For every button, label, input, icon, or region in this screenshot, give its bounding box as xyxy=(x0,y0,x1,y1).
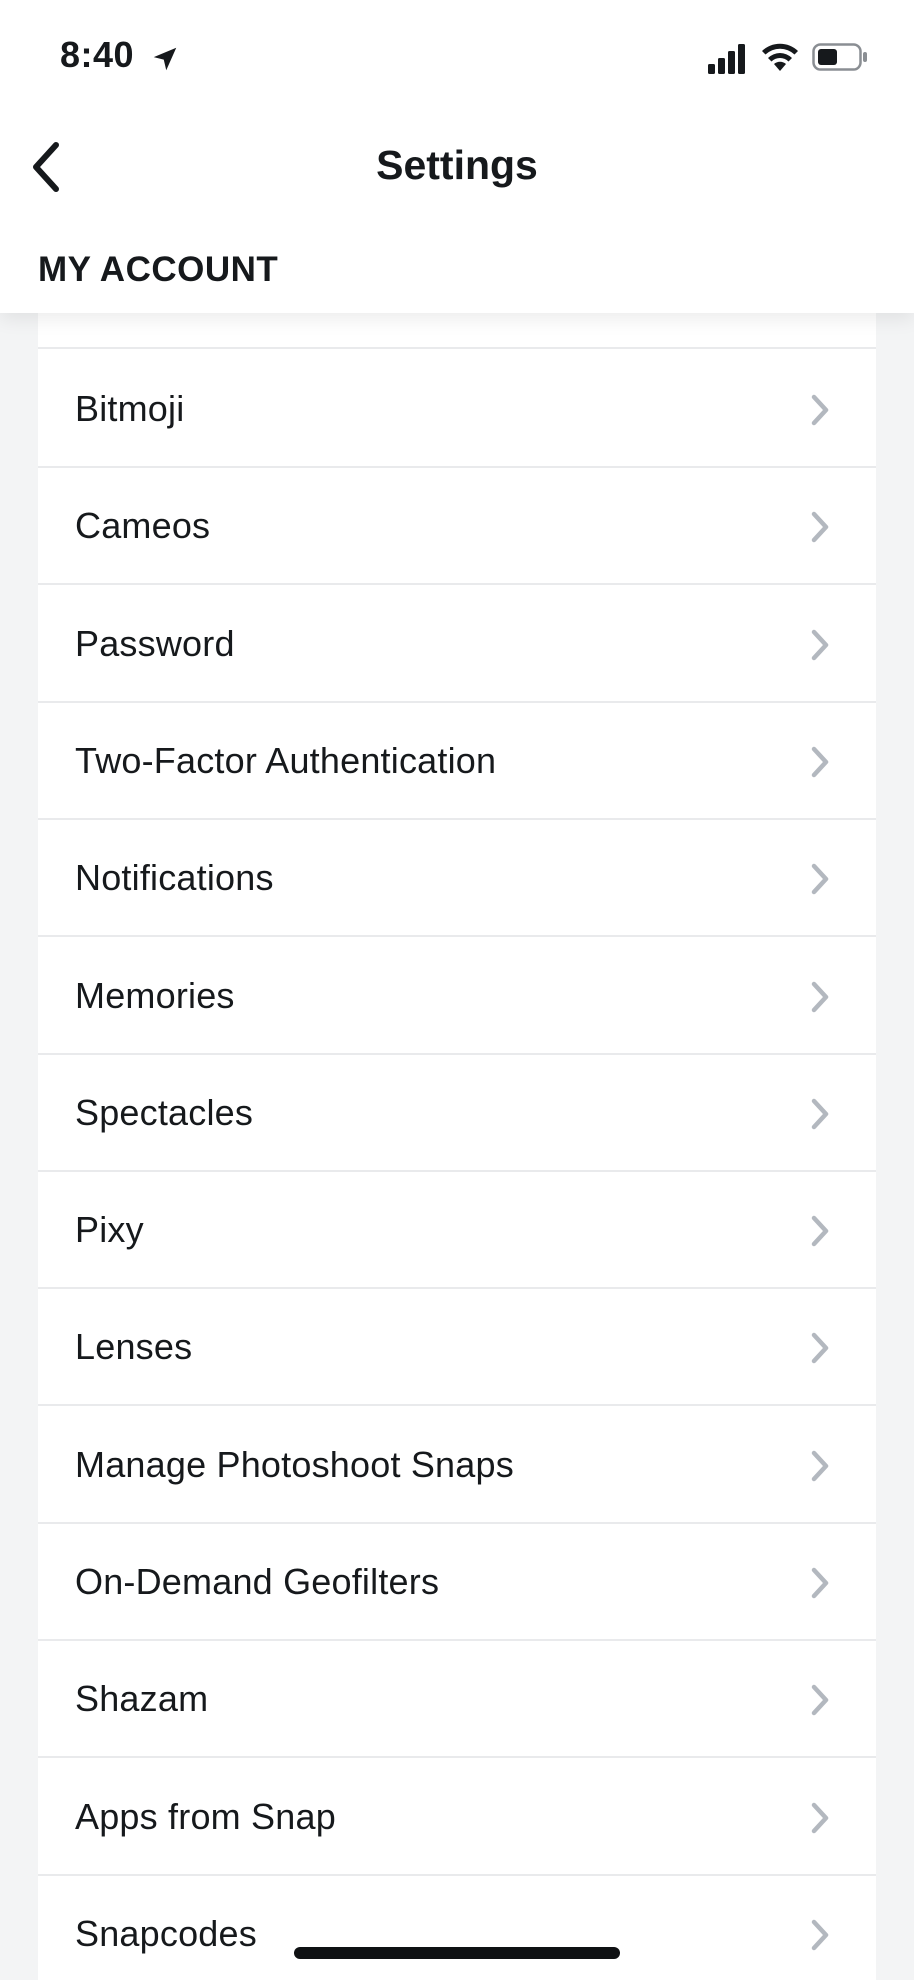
chevron-right-icon xyxy=(811,1215,829,1247)
partial-row-top xyxy=(38,313,876,349)
page-title: Settings xyxy=(376,142,538,188)
settings-list: Bitmoji Cameos Password Two-Factor Authenti… xyxy=(38,313,876,1980)
settings-item-label: On-Demand Geofilters xyxy=(75,1561,440,1602)
chevron-right-icon xyxy=(811,1919,829,1951)
chevron-right-icon xyxy=(811,1802,829,1833)
chevron-right-icon xyxy=(811,1450,829,1481)
chevron-right-icon xyxy=(811,394,829,426)
settings-item-cameos[interactable]: Cameos xyxy=(38,468,876,586)
location-arrow-icon xyxy=(153,47,177,71)
settings-item-label: Manage Photoshoot Snaps xyxy=(75,1443,514,1485)
settings-item-label: Shazam xyxy=(75,1678,209,1720)
settings-item-label: Pixy xyxy=(75,1209,144,1251)
settings-item-label: Spectacles xyxy=(75,1091,254,1133)
settings-item-shazam[interactable]: Shazam xyxy=(38,1641,876,1759)
settings-item-label: Apps from Snap xyxy=(75,1795,336,1837)
section-header-my-account: MY ACCOUNT xyxy=(38,250,279,289)
settings-item-label: Snapcodes xyxy=(75,1912,257,1954)
cellular-signal-icon xyxy=(708,44,745,74)
battery-icon xyxy=(812,43,867,71)
settings-item-label: Memories xyxy=(75,974,235,1016)
settings-item-label: Cameos xyxy=(75,505,211,547)
chevron-right-icon xyxy=(811,981,829,1012)
chevron-right-icon xyxy=(811,863,829,895)
settings-item-notifications[interactable]: Notifications xyxy=(38,820,876,938)
header: 8:40 Settings MY ACCOUNT xyxy=(0,0,914,313)
chevron-right-icon xyxy=(811,512,829,543)
settings-item-label: Two-Factor Authentication xyxy=(75,739,497,781)
settings-item-lenses[interactable]: Lenses xyxy=(38,1289,876,1407)
chevron-right-icon xyxy=(811,629,829,660)
chevron-right-icon xyxy=(811,746,829,778)
settings-item-snapcodes[interactable]: Snapcodes xyxy=(38,1876,876,1980)
settings-item-label: Notifications xyxy=(75,857,274,899)
chevron-right-icon xyxy=(811,1098,829,1130)
settings-item-bitmoji[interactable]: Bitmoji xyxy=(38,351,876,468)
settings-item-label: Lenses xyxy=(75,1326,193,1368)
settings-item-memories[interactable]: Memories xyxy=(38,938,876,1055)
settings-item-password[interactable]: Password xyxy=(38,586,876,703)
settings-item-pixy[interactable]: Pixy xyxy=(38,1172,876,1290)
status-time: 8:40 xyxy=(60,34,135,75)
settings-item-label: Bitmoji xyxy=(75,388,185,429)
settings-item-two-factor-authentication[interactable]: Two-Factor Authentication xyxy=(38,703,876,820)
settings-screen: 8:40 Settings MY ACCOUNT Bitmoji Cameos … xyxy=(0,0,914,1980)
settings-item-spectacles[interactable]: Spectacles xyxy=(38,1055,876,1172)
chevron-right-icon xyxy=(811,1333,829,1364)
settings-item-apps-from-snap[interactable]: Apps from Snap xyxy=(38,1759,876,1876)
chevron-right-icon xyxy=(811,1567,829,1599)
nav-bar: Settings xyxy=(0,115,914,220)
chevron-right-icon xyxy=(811,1685,829,1716)
wifi-icon xyxy=(762,43,798,71)
settings-item-label: Password xyxy=(75,622,235,664)
home-indicator xyxy=(294,1947,620,1959)
settings-item-on-demand-geofilters[interactable]: On-Demand Geofilters xyxy=(38,1524,876,1641)
status-bar: 8:40 xyxy=(0,0,914,115)
settings-item-manage-photoshoot-snaps[interactable]: Manage Photoshoot Snaps xyxy=(38,1407,876,1524)
